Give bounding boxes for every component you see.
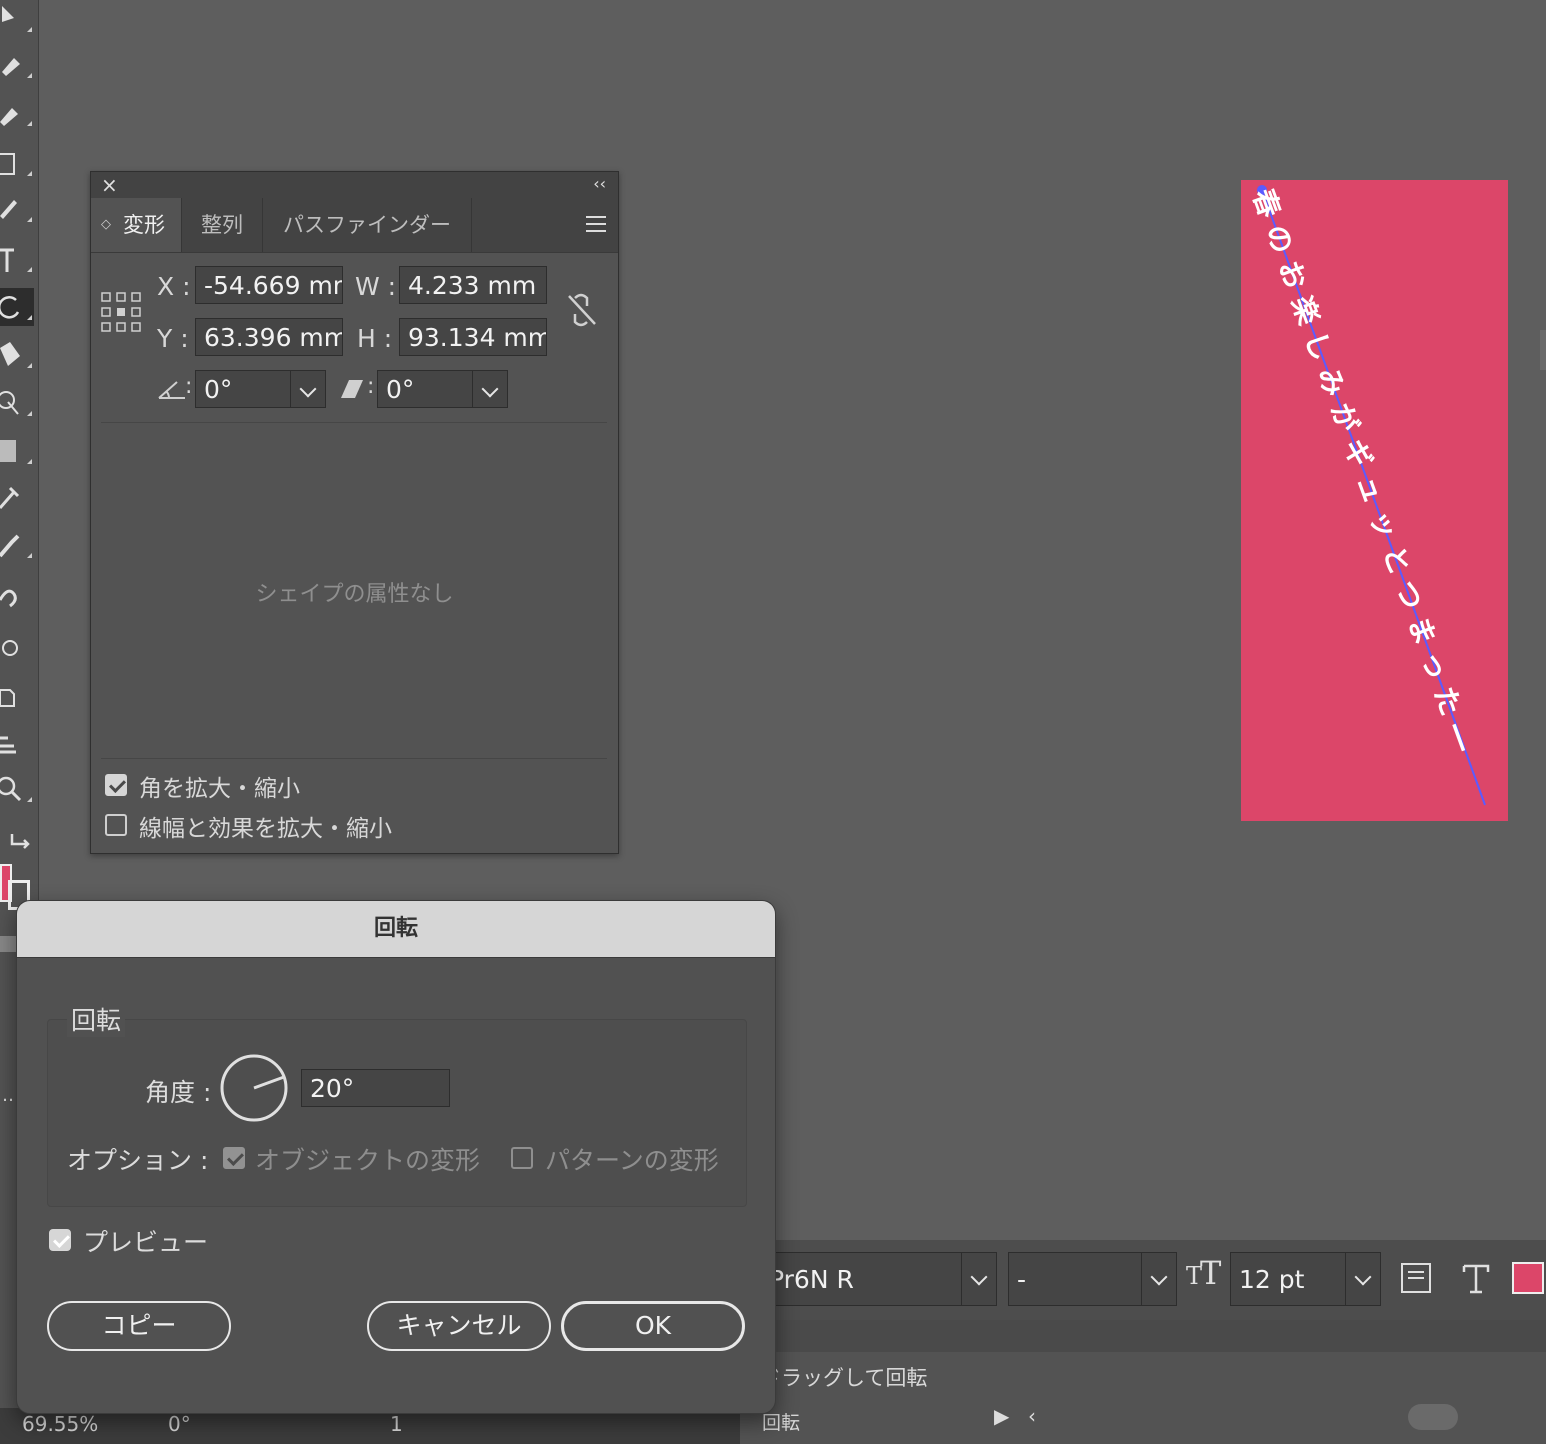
type-tool[interactable] xyxy=(0,240,34,278)
hand-tool[interactable] xyxy=(0,724,34,762)
h-label: H : xyxy=(357,324,393,353)
tab-pathfinder-label: パスファインダー xyxy=(283,213,451,237)
path-text: 春のお楽しみがギュッとつまった― xyxy=(1246,185,1484,766)
rotate-angle-field[interactable]: 0° xyxy=(195,370,291,408)
tab-align[interactable]: 整列 xyxy=(182,198,263,252)
control-bar-strip xyxy=(740,1320,1546,1352)
rotation-value[interactable]: 0° xyxy=(168,1412,191,1436)
blend-tool[interactable] xyxy=(0,526,34,564)
scroll-thumb[interactable] xyxy=(1408,1404,1458,1430)
tab-transform-label: 変形 xyxy=(123,213,165,237)
shear-icon xyxy=(341,380,363,398)
svg-text:T: T xyxy=(1200,1256,1222,1290)
group-label: 回転 xyxy=(67,1001,126,1037)
panel-titlebar: × ‹‹ xyxy=(91,172,618,198)
zoom-tool[interactable] xyxy=(0,770,34,808)
rotate-angle-icon xyxy=(158,381,185,399)
tab-align-label: 整列 xyxy=(201,213,243,237)
h-field[interactable]: 93.134 mm xyxy=(399,318,547,356)
collapse-icon[interactable]: ‹‹ xyxy=(593,174,606,193)
character-panel-icon[interactable] xyxy=(1460,1262,1494,1296)
symbol-sprayer-tool[interactable] xyxy=(0,628,34,666)
curvature-tool[interactable] xyxy=(0,94,34,132)
width-tool[interactable] xyxy=(0,336,34,374)
rotate-tool[interactable] xyxy=(0,288,34,326)
w-label: W : xyxy=(355,272,397,301)
warp-tool[interactable] xyxy=(0,578,34,616)
x-label: X : xyxy=(157,272,191,301)
close-icon[interactable]: × xyxy=(101,173,118,197)
font-family-field[interactable]: Pr6N R xyxy=(760,1252,962,1306)
cancel-button[interactable]: キャンセル xyxy=(367,1301,551,1351)
y-field[interactable]: 63.396 mm xyxy=(195,318,343,356)
copy-button[interactable]: コピー xyxy=(47,1301,231,1351)
transform-patterns-label: パターンの変形 xyxy=(545,1146,719,1175)
reference-point-icon[interactable] xyxy=(101,292,141,332)
x-field[interactable]: -54.669 mm xyxy=(195,266,343,304)
gradient-tool[interactable] xyxy=(0,432,34,470)
preview-label: プレビュー xyxy=(83,1228,209,1257)
w-field[interactable]: 4.233 mm xyxy=(399,266,547,304)
dialog-title: 回転 xyxy=(17,901,775,958)
font-size-dropdown[interactable] xyxy=(1345,1252,1381,1306)
rotate-group xyxy=(47,1019,747,1207)
font-size-field[interactable]: 12 pt xyxy=(1230,1252,1346,1306)
scale-corners-checkbox[interactable] xyxy=(105,774,127,796)
hint-text: ドラッグして回転 xyxy=(760,1366,928,1390)
scale-strokes-label: 線幅と効果を拡大・縮小 xyxy=(139,816,392,842)
rotate-angle-dropdown[interactable] xyxy=(290,370,326,408)
swap-colors-icon[interactable] xyxy=(0,822,34,860)
ok-button[interactable]: OK xyxy=(561,1301,745,1351)
panel-tabs: ◇ 変形 整列 パスファインダー xyxy=(91,198,618,253)
shear-dropdown[interactable] xyxy=(472,370,508,408)
play-icon[interactable]: ▶ xyxy=(994,1404,1009,1428)
angle-dial-icon[interactable] xyxy=(219,1053,289,1123)
angle-field[interactable]: 20° xyxy=(301,1069,450,1107)
angle-label: 角度 : xyxy=(145,1078,212,1107)
eyedropper-tool[interactable] xyxy=(0,478,34,516)
pencil-tool[interactable] xyxy=(0,190,34,228)
shape-builder-tool[interactable] xyxy=(0,384,34,422)
tab-transform[interactable]: ◇ 変形 xyxy=(91,198,182,252)
panel-menu-icon[interactable] xyxy=(586,216,606,232)
font-size-icon: TT xyxy=(1186,1256,1222,1290)
font-style-field[interactable]: - xyxy=(1008,1252,1142,1306)
pen-tool[interactable] xyxy=(0,46,34,84)
tab-pathfinder[interactable]: パスファインダー xyxy=(263,198,472,252)
scroll-left-icon[interactable]: ‹ xyxy=(1028,1404,1036,1428)
font-style-dropdown[interactable] xyxy=(1141,1252,1177,1306)
text-on-path[interactable]: 春のお楽しみがギュッとつまった― xyxy=(1241,180,1508,821)
divider xyxy=(101,758,607,759)
rectangle-tool[interactable] xyxy=(0,144,34,182)
transform-objects-checkbox[interactable] xyxy=(223,1147,245,1169)
artboard-number[interactable]: 1 xyxy=(390,1412,403,1436)
transform-patterns-checkbox[interactable] xyxy=(511,1147,533,1169)
font-family-dropdown[interactable] xyxy=(961,1252,997,1306)
empty-message: シェイプの属性なし xyxy=(255,582,454,607)
status-area: ドラッグして回転 回転 ▶ ‹ xyxy=(740,1352,1546,1444)
transform-objects-label: オブジェクトの変形 xyxy=(255,1146,481,1175)
paragraph-align-icon[interactable] xyxy=(1400,1262,1434,1296)
transform-panel: × ‹‹ ◇ 変形 整列 パスファインダー X : -54.669 mm W :… xyxy=(90,171,619,854)
options-label: オプション : xyxy=(67,1146,209,1175)
artboard-tool[interactable] xyxy=(0,676,34,714)
reorder-icon: ◇ xyxy=(101,217,111,232)
constrain-proportions-icon[interactable] xyxy=(565,292,599,328)
scale-strokes-checkbox[interactable] xyxy=(105,814,127,836)
shear-field[interactable]: 0° xyxy=(377,370,473,408)
fill-color-chip[interactable] xyxy=(1512,1262,1544,1294)
right-panel-edge xyxy=(1540,330,1546,370)
scale-corners-label: 角を拡大・縮小 xyxy=(139,776,300,802)
preview-checkbox[interactable] xyxy=(49,1229,71,1251)
divider xyxy=(101,422,607,423)
rotate-dialog: 回転 回転 角度 : 20° オプション : オブジェクトの変形 パターンの変形… xyxy=(16,900,776,1414)
y-label: Y : xyxy=(157,324,189,353)
zoom-value[interactable]: 69.55% xyxy=(22,1412,98,1436)
control-bar: Pr6N R - TT 12 pt xyxy=(740,1240,1546,1320)
selection-tool[interactable] xyxy=(0,0,34,38)
